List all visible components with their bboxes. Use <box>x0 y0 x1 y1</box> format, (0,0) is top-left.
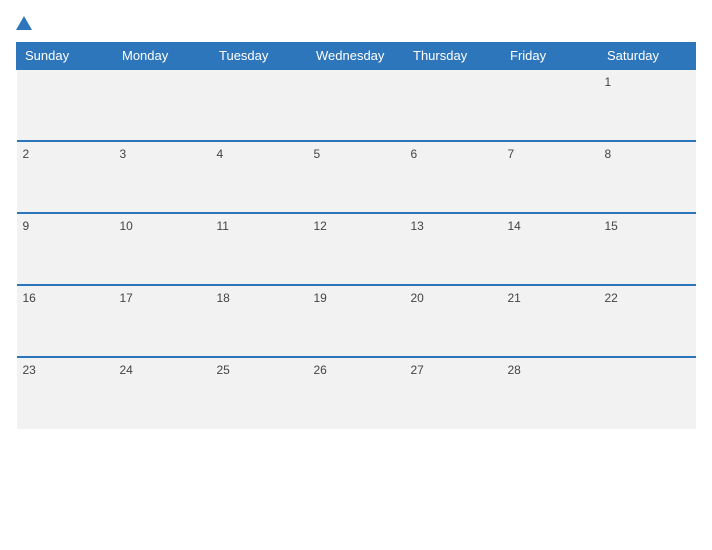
calendar-cell: 1 <box>599 69 696 141</box>
day-number: 3 <box>120 147 127 161</box>
day-number: 24 <box>120 363 133 377</box>
day-number: 26 <box>314 363 327 377</box>
calendar-header <box>16 16 696 30</box>
calendar-thead: SundayMondayTuesdayWednesdayThursdayFrid… <box>17 43 696 70</box>
day-number: 15 <box>605 219 618 233</box>
day-number: 5 <box>314 147 321 161</box>
day-number: 19 <box>314 291 327 305</box>
calendar-cell: 28 <box>502 357 599 429</box>
calendar-cell: 5 <box>308 141 405 213</box>
day-number: 9 <box>23 219 30 233</box>
calendar-cell: 4 <box>211 141 308 213</box>
calendar-week-row: 23 24 25 26 27 28 <box>17 357 696 429</box>
day-number: 23 <box>23 363 36 377</box>
day-number: 17 <box>120 291 133 305</box>
weekday-header-thursday: Thursday <box>405 43 502 70</box>
calendar-cell: 15 <box>599 213 696 285</box>
calendar-week-row: 2 3 4 5 6 7 8 <box>17 141 696 213</box>
day-number: 16 <box>23 291 36 305</box>
calendar-cell: 7 <box>502 141 599 213</box>
day-number: 13 <box>411 219 424 233</box>
logo <box>16 16 34 30</box>
calendar-cell: 20 <box>405 285 502 357</box>
day-number: 11 <box>217 219 229 233</box>
calendar-week-row: 16 17 18 19 20 21 22 <box>17 285 696 357</box>
calendar-cell: 23 <box>17 357 114 429</box>
day-number: 10 <box>120 219 133 233</box>
calendar-cell: 21 <box>502 285 599 357</box>
calendar-cell: 9 <box>17 213 114 285</box>
day-number: 6 <box>411 147 418 161</box>
calendar-cell: 18 <box>211 285 308 357</box>
calendar-week-row: 1 <box>17 69 696 141</box>
calendar-cell <box>114 69 211 141</box>
day-number: 28 <box>508 363 521 377</box>
day-number: 4 <box>217 147 224 161</box>
weekday-header-wednesday: Wednesday <box>308 43 405 70</box>
calendar-cell: 14 <box>502 213 599 285</box>
day-number: 25 <box>217 363 230 377</box>
calendar-cell: 6 <box>405 141 502 213</box>
calendar-cell: 12 <box>308 213 405 285</box>
calendar-cell <box>211 69 308 141</box>
calendar-cell <box>17 69 114 141</box>
calendar-cell: 27 <box>405 357 502 429</box>
weekday-header-saturday: Saturday <box>599 43 696 70</box>
day-number: 2 <box>23 147 30 161</box>
calendar-container: SundayMondayTuesdayWednesdayThursdayFrid… <box>0 0 712 550</box>
day-number: 22 <box>605 291 618 305</box>
calendar-cell <box>502 69 599 141</box>
day-number: 18 <box>217 291 230 305</box>
day-number: 14 <box>508 219 521 233</box>
calendar-cell: 26 <box>308 357 405 429</box>
weekday-header-monday: Monday <box>114 43 211 70</box>
calendar-cell: 10 <box>114 213 211 285</box>
calendar-body: 1234567891011121314151617181920212223242… <box>17 69 696 429</box>
weekday-header-sunday: Sunday <box>17 43 114 70</box>
calendar-cell: 22 <box>599 285 696 357</box>
calendar-cell: 19 <box>308 285 405 357</box>
day-number: 27 <box>411 363 424 377</box>
calendar-cell <box>405 69 502 141</box>
calendar-cell: 13 <box>405 213 502 285</box>
calendar-week-row: 9 10 11 12 13 14 15 <box>17 213 696 285</box>
weekday-header-tuesday: Tuesday <box>211 43 308 70</box>
calendar-cell <box>308 69 405 141</box>
calendar-table: SundayMondayTuesdayWednesdayThursdayFrid… <box>16 42 696 429</box>
calendar-cell: 3 <box>114 141 211 213</box>
day-number: 7 <box>508 147 515 161</box>
day-number: 8 <box>605 147 612 161</box>
calendar-cell: 17 <box>114 285 211 357</box>
day-number: 1 <box>605 75 612 89</box>
weekday-header-friday: Friday <box>502 43 599 70</box>
weekday-header-row: SundayMondayTuesdayWednesdayThursdayFrid… <box>17 43 696 70</box>
calendar-cell: 2 <box>17 141 114 213</box>
calendar-cell: 8 <box>599 141 696 213</box>
calendar-cell: 16 <box>17 285 114 357</box>
day-number: 12 <box>314 219 327 233</box>
calendar-cell: 11 <box>211 213 308 285</box>
day-number: 20 <box>411 291 424 305</box>
logo-blue-row <box>16 16 34 30</box>
logo-triangle-icon <box>16 16 32 30</box>
calendar-cell: 24 <box>114 357 211 429</box>
calendar-cell: 25 <box>211 357 308 429</box>
calendar-cell <box>599 357 696 429</box>
day-number: 21 <box>508 291 521 305</box>
